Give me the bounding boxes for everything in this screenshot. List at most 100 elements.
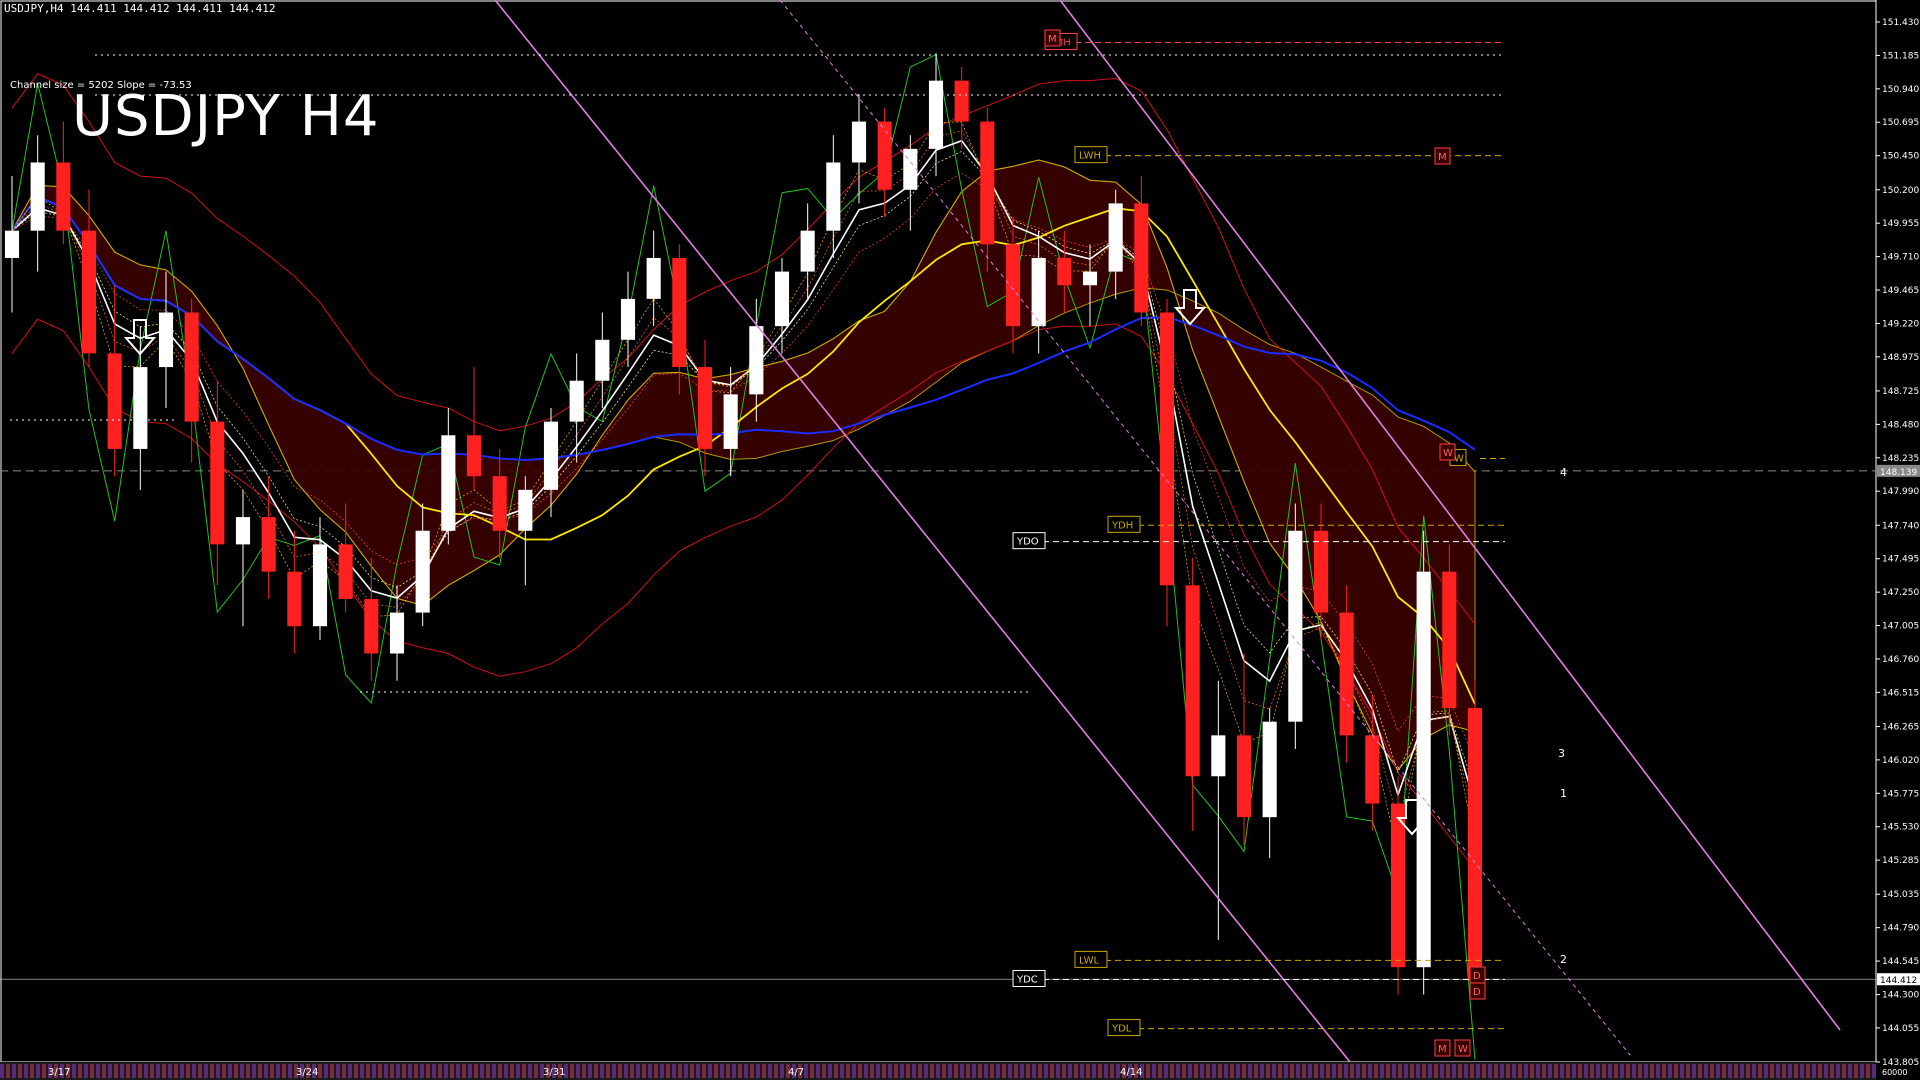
date-strip-cell (594, 1064, 598, 1078)
date-strip-cell (744, 1064, 748, 1078)
date-strip-cell (684, 1064, 688, 1078)
date-strip-cell (894, 1064, 898, 1078)
date-strip-cell (1830, 1064, 1834, 1078)
date-strip-cell (1794, 1064, 1798, 1078)
date-strip-cell (366, 1064, 370, 1078)
date-strip-cell (1722, 1064, 1726, 1078)
date-label: 3/31 (543, 1067, 565, 1078)
date-strip-cell (984, 1064, 988, 1078)
date-strip-cell (426, 1064, 430, 1078)
date-strip-cell (1764, 1064, 1768, 1078)
date-strip-cell (858, 1064, 862, 1078)
date-strip-cell (630, 1064, 634, 1078)
candle-body (620, 298, 636, 340)
date-strip-cell (1782, 1064, 1786, 1078)
date-strip-cell (1368, 1064, 1372, 1078)
date-strip-cell (1290, 1064, 1294, 1078)
price-tick-label: 150.200 (1882, 186, 1919, 196)
date-strip-cell (1206, 1064, 1210, 1078)
date-strip-cell (378, 1064, 382, 1078)
date-strip-cell (444, 1064, 448, 1078)
date-strip-cell (138, 1064, 142, 1078)
volume-scale-label: 60000 (1882, 1068, 1907, 1077)
chart-svg: 151.430 151.185 150.940 150.695 150.450 150.2… (0, 0, 1920, 1080)
projection-label-2: 2 (1560, 953, 1567, 966)
level-label-lwh: LWH (1079, 151, 1101, 162)
date-strip-cell (270, 1064, 274, 1078)
date-strip-cell (1302, 1064, 1306, 1078)
date-strip-cell (606, 1064, 610, 1078)
date-strip-cell (732, 1064, 736, 1078)
date-strip-cell (876, 1064, 880, 1078)
date-label: 3/24 (296, 1067, 318, 1078)
candle-body (1442, 571, 1457, 709)
date-strip-cell (474, 1064, 478, 1078)
current-price-label: 144.412 (1880, 976, 1917, 986)
marker-d: D (1473, 987, 1481, 998)
date-strip-cell (1554, 1064, 1558, 1078)
date-strip-cell (1692, 1064, 1696, 1078)
date-strip-cell (120, 1064, 124, 1078)
date-strip-cell (1770, 1064, 1774, 1078)
date-strip-cell (1278, 1064, 1282, 1078)
date-strip-cell (1482, 1064, 1486, 1078)
date-strip-cell (1848, 1064, 1852, 1078)
plot-frame (0, 0, 1877, 1063)
candle-body (826, 162, 841, 231)
date-strip-cell (1032, 1064, 1036, 1078)
date-strip-cell (642, 1064, 646, 1078)
price-tick-label: 143.805 (1882, 1058, 1919, 1068)
date-strip-cell (1164, 1064, 1168, 1078)
date-strip-cell (156, 1064, 160, 1078)
date-strip-cell (150, 1064, 154, 1078)
date-label: 4/14 (1120, 1067, 1142, 1078)
level-label-ydl: YDL (1111, 1024, 1132, 1035)
candle-body (492, 476, 507, 531)
date-strip-cell (36, 1064, 40, 1078)
price-tick-label: 148.725 (1882, 387, 1919, 397)
date-strip-cell (1446, 1064, 1450, 1078)
price-tick-label: 146.515 (1882, 688, 1919, 698)
date-strip-cell (1602, 1064, 1606, 1078)
date-strip-cell (1698, 1064, 1702, 1078)
date-strip-cell (1098, 1064, 1102, 1078)
date-strip-cell (996, 1064, 1000, 1078)
date-strip-cell (1362, 1064, 1366, 1078)
date-strip-cell (804, 1064, 808, 1078)
date-strip-cell (1092, 1064, 1096, 1078)
candle-body (287, 571, 302, 627)
candle-body (518, 489, 533, 531)
date-strip-cell (348, 1064, 352, 1078)
date-strip-cell (510, 1064, 514, 1078)
date-strip-cell (462, 1064, 466, 1078)
date-strip-cell (1608, 1064, 1612, 1078)
candle-body (1108, 203, 1123, 272)
candle-body (1185, 585, 1200, 777)
date-strip-cell (948, 1064, 952, 1078)
date-strip-cell (864, 1064, 868, 1078)
date-strip-cell (1230, 1064, 1234, 1078)
candle-body (774, 271, 790, 327)
date-strip-cell (570, 1064, 574, 1078)
date-strip-cell (582, 1064, 586, 1078)
date-strip-cell (192, 1064, 196, 1078)
date-strip-cell (900, 1064, 904, 1078)
date-strip-cell (1410, 1064, 1414, 1078)
price-tick-label: 145.035 (1882, 890, 1919, 900)
date-strip-cell (756, 1064, 760, 1078)
date-strip-cell (702, 1064, 706, 1078)
date-strip-cell (318, 1064, 322, 1078)
date-strip-cell (1248, 1064, 1252, 1078)
date-strip-cell (1644, 1064, 1648, 1078)
date-strip-cell (1398, 1064, 1402, 1078)
date-strip-cell (762, 1064, 766, 1078)
symbol-header: USDJPY,H4 144.411 144.412 144.411 144.41… (4, 2, 276, 15)
date-strip-cell (1872, 1064, 1876, 1078)
date-strip-cell (1854, 1064, 1858, 1078)
date-strip-cell (1284, 1064, 1288, 1078)
date-strip-cell (660, 1064, 664, 1078)
date-strip-cell (438, 1064, 442, 1078)
date-strip-cell (486, 1064, 490, 1078)
date-strip-cell (1818, 1064, 1822, 1078)
date-strip-cell (726, 1064, 730, 1078)
